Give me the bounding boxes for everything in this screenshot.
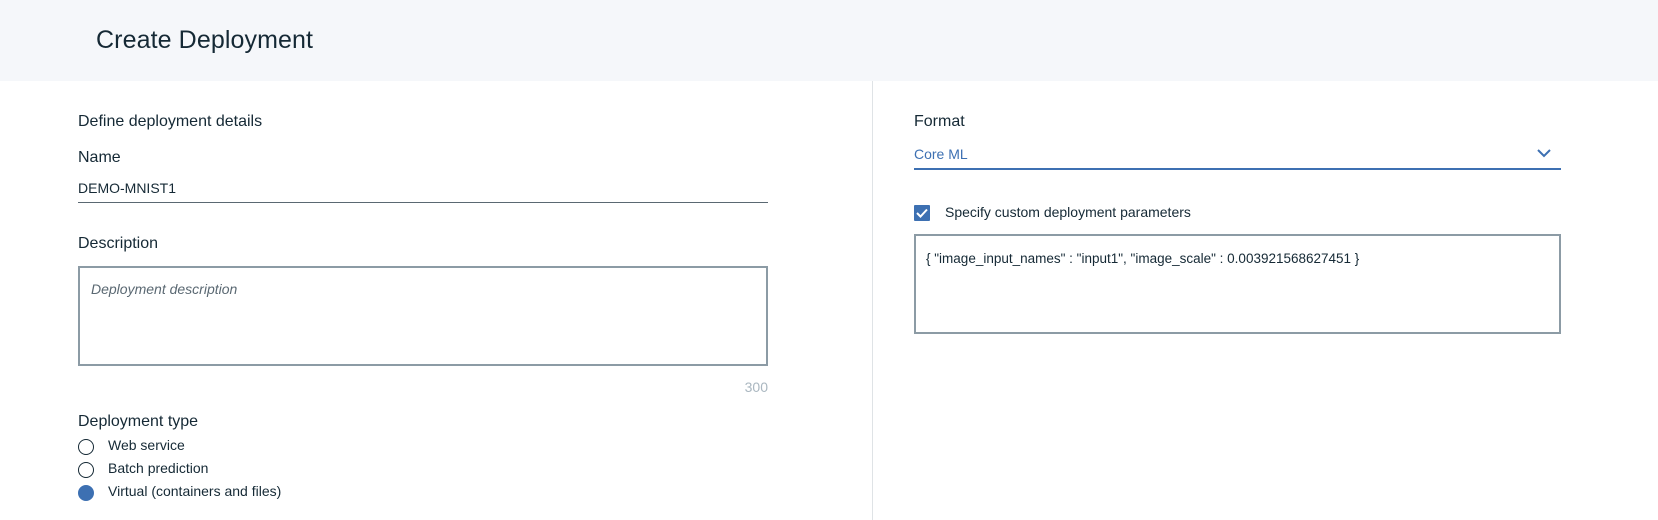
name-field-value: DEMO-MNIST1 — [78, 180, 176, 196]
page-header: Create Deployment — [0, 0, 1658, 81]
format-select-value: Core ML — [914, 146, 968, 162]
column-divider — [872, 81, 873, 520]
section-title: Define deployment details — [78, 113, 263, 130]
description-label: Description — [78, 235, 159, 252]
format-select[interactable]: Core ML — [914, 142, 1561, 170]
radio-web-service-circle[interactable] — [78, 439, 94, 455]
radio-web-service-label[interactable]: Web service — [108, 437, 185, 453]
description-placeholder: Deployment description — [91, 281, 238, 297]
radio-batch-prediction-circle[interactable] — [78, 462, 94, 478]
radio-batch-prediction-label[interactable]: Batch prediction — [108, 460, 208, 476]
radio-virtual-label[interactable]: Virtual (containers and files) — [108, 483, 281, 499]
checkmark-icon — [916, 208, 928, 218]
chevron-down-icon[interactable] — [1537, 148, 1551, 158]
radio-virtual-circle[interactable] — [78, 485, 94, 501]
format-label: Format — [914, 113, 965, 130]
description-textarea[interactable]: Deployment description — [78, 266, 768, 366]
custom-params-checkbox-label[interactable]: Specify custom deployment parameters — [945, 204, 1191, 220]
page-title: Create Deployment — [96, 26, 314, 54]
description-char-counter: 300 — [744, 379, 768, 395]
deployment-type-label: Deployment type — [78, 413, 199, 430]
name-label: Name — [78, 149, 121, 166]
custom-params-checkbox[interactable] — [914, 205, 930, 221]
name-field[interactable]: DEMO-MNIST1 — [78, 176, 768, 203]
custom-params-value: { "image_input_names" : "input1", "image… — [926, 251, 1360, 266]
custom-params-textarea[interactable]: { "image_input_names" : "input1", "image… — [914, 234, 1561, 334]
